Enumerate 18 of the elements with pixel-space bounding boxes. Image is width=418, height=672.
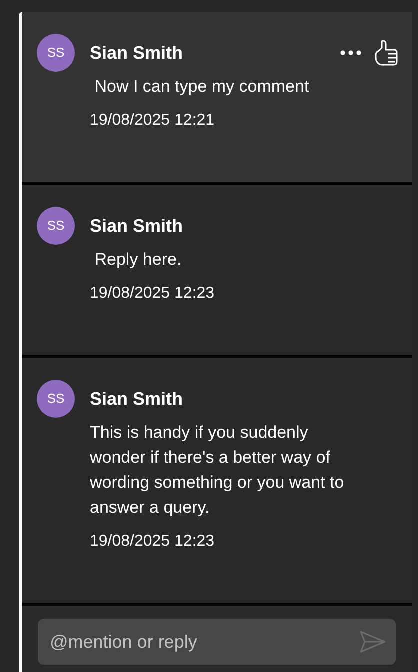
author-name: Sian Smith bbox=[90, 214, 184, 238]
thumbs-up-icon[interactable] bbox=[374, 39, 398, 67]
comment-time: 19/08/2025 12:23 bbox=[90, 532, 216, 552]
comment-text: Reply here. bbox=[94, 249, 183, 271]
avatar: SS bbox=[37, 380, 75, 418]
reply-field[interactable]: @mention or reply bbox=[38, 619, 396, 665]
avatar: SS bbox=[37, 207, 75, 245]
comment-time: 19/08/2025 12:21 bbox=[90, 111, 216, 131]
comment-card[interactable]: SS Sian Smith This is handy if you suddenly wonder if there's a better way of wording something or you want to answer a query. 19/08/2025 12:23 bbox=[22, 358, 412, 603]
comment-card[interactable]: SS Sian Smith Reply here. 19/08/2025 12:23 bbox=[22, 185, 412, 355]
more-icon[interactable] bbox=[340, 50, 362, 56]
avatar: SS bbox=[37, 34, 75, 72]
comment-card[interactable]: SS Sian Smith Now I can type my comment 19/08/2025 12:21 bbox=[22, 12, 412, 182]
author-name: Sian Smith bbox=[90, 42, 184, 64]
comment-text: Now I can type my comment bbox=[94, 76, 310, 98]
author-name: Sian Smith bbox=[90, 388, 184, 410]
comment-time: 19/08/2025 12:23 bbox=[90, 284, 216, 304]
comment-text: This is handy if you suddenly wonder if there's a better way of wording something or you want to answer a query. bbox=[90, 422, 346, 519]
